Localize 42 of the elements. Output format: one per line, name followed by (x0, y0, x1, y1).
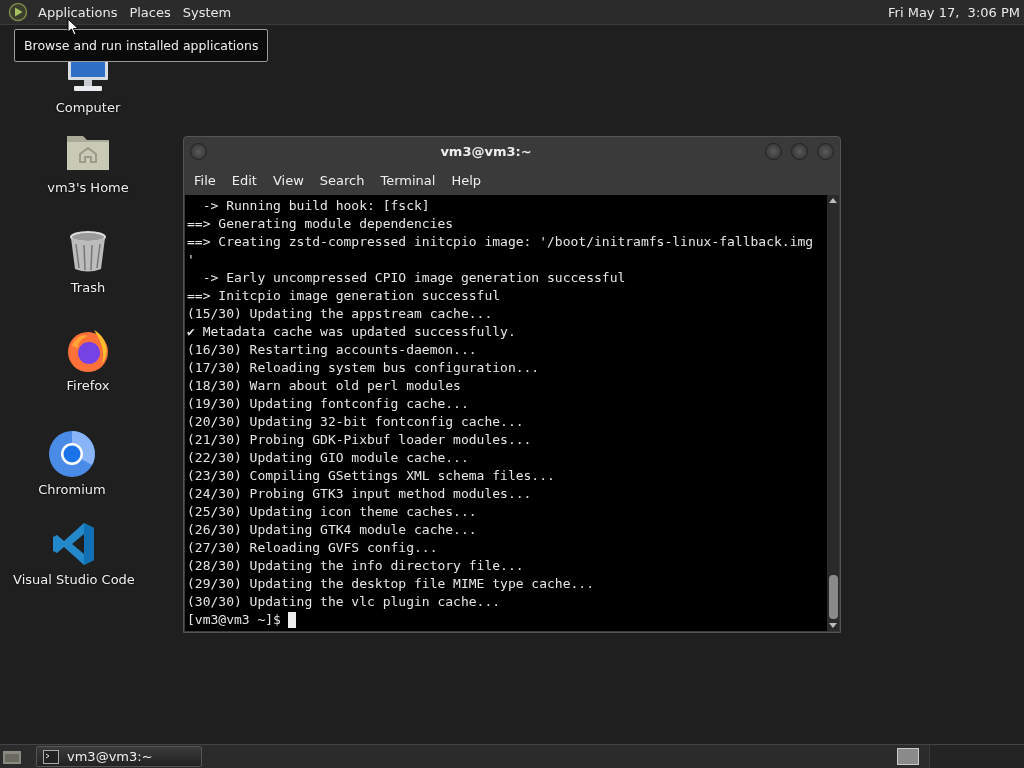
output-line: (28/30) Updating the info directory file... (187, 557, 525, 575)
clock[interactable]: Fri May 17, 3:06 PM (888, 4, 1024, 20)
output-line: (15/30) Updating the appstream cache... (187, 305, 494, 323)
panel-menu[interactable]: System (176, 2, 238, 22)
output-line: ==> Generating module dependencies (187, 215, 455, 233)
output-line: (24/30) Probing GTK3 input method modules... (187, 485, 533, 503)
menu-item[interactable]: Help (445, 173, 492, 188)
output-line: -> Running build hook: [fsck] (201, 197, 431, 215)
panel-menu[interactable]: Places (123, 2, 177, 22)
output-line: (19/30) Updating fontconfig cache... (187, 395, 470, 413)
taskbar-button[interactable]: vm3@vm3:~ (36, 746, 202, 767)
panel-menu[interactable]: Applications (32, 2, 124, 22)
output-line: -> Early uncompressed CPIO image generation successful (201, 269, 627, 287)
tooltip: Browse and run installed applications (14, 29, 269, 62)
menu-item[interactable]: Terminal (374, 173, 446, 188)
output-line: ==> Creating zstd-compressed initcpio image: '/boot/initramfs-linux-fallback.img (187, 233, 815, 251)
desktop-shortcut[interactable]: Trash (13, 228, 163, 295)
output-line: (27/30) Reloading GVFS config... (187, 539, 439, 557)
output-line: ' (187, 251, 196, 269)
output-line: (29/30) Updating the desktop file MIME type cache... (187, 575, 595, 593)
output-line: (30/30) Updating the vlc plugin cache... (187, 593, 502, 611)
output-line: (16/30) Restarting accounts-daemon... (187, 341, 478, 359)
shell-prompt: [vm3@vm3 ~]$ (187, 611, 281, 629)
output-line: (26/30) Updating GTK4 module cache... (187, 521, 478, 539)
desktop-shortcut[interactable]: vm3's Home (13, 128, 163, 195)
menu-item[interactable]: Search (313, 173, 375, 188)
menu-item[interactable]: Edit (225, 173, 267, 188)
output-line: (20/30) Updating 32-bit fontconfig cache... (187, 413, 525, 431)
output-line: ✔ Metadata cache was updated successfully. (187, 323, 517, 341)
output-line: (21/30) Probing GDK-Pixbuf loader modules... (187, 431, 533, 449)
output-line: (18/30) Warn about old perl modules (187, 377, 462, 395)
menu-item[interactable]: File (188, 173, 226, 188)
output-line: (17/30) Reloading system bus configuration... (187, 359, 541, 377)
output-line: (22/30) Updating GIO module cache... (187, 449, 470, 467)
desktop-shortcut[interactable]: Chromium (0, 430, 147, 497)
desktop-shortcut[interactable]: Visual Studio Code (0, 520, 149, 587)
menu-item[interactable]: View (266, 173, 314, 188)
output-line: (25/30) Updating icon theme caches... (187, 503, 478, 521)
desktop-shortcut[interactable]: Firefox (13, 326, 163, 393)
output-line: ==> Initcpio image generation successful (187, 287, 502, 305)
output-line: (23/30) Compiling GSettings XML schema files... (187, 467, 556, 485)
window-title: vm3@vm3:~ (439, 144, 533, 159)
